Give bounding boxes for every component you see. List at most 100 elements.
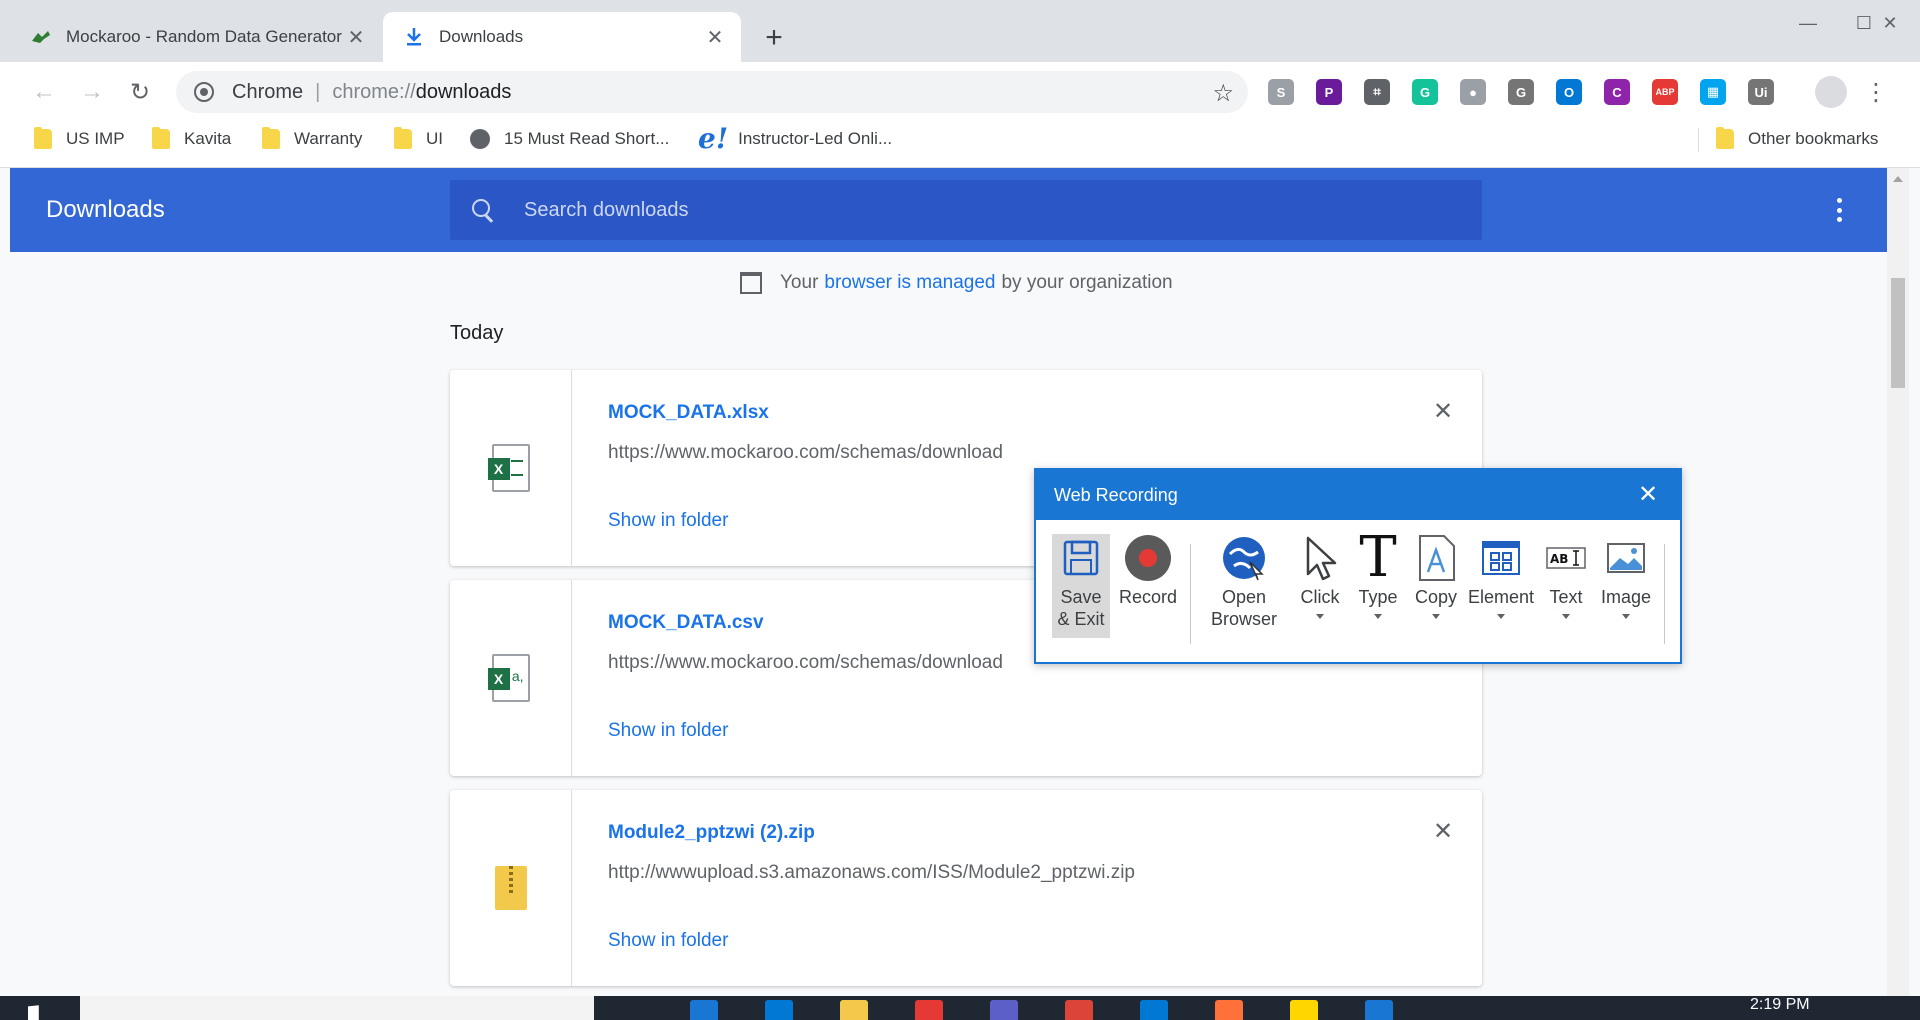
page-scrollbar[interactable]	[1887, 168, 1909, 996]
circle-icon[interactable]: ●	[1460, 79, 1486, 105]
bookmark-other[interactable]: Other bookmarks	[1716, 122, 1878, 156]
tab-close-icon[interactable]: ✕	[344, 25, 368, 49]
taskbar-teams-icon[interactable]	[990, 1000, 1018, 1020]
pro-icon[interactable]: P	[1316, 79, 1342, 105]
pink-icon[interactable]: C	[1604, 79, 1630, 105]
file-source-url[interactable]: https://www.mockaroo.com/schemas/downloa…	[608, 442, 1003, 464]
element-button[interactable]: Element	[1466, 534, 1536, 638]
search-box[interactable]	[450, 180, 1482, 240]
kangaroo-icon	[30, 26, 52, 48]
save-exit-button[interactable]: Save & Exit	[1052, 534, 1110, 638]
tool-label: Type	[1358, 587, 1398, 607]
taskbar-chrome-icon[interactable]	[1065, 1000, 1093, 1020]
file-name-link[interactable]: MOCK_DATA.csv	[608, 612, 764, 634]
taskbar-app-icon[interactable]	[765, 1000, 793, 1020]
url-scheme: chrome://	[332, 80, 416, 103]
download-icon	[403, 26, 425, 48]
uipath-icon[interactable]: Ui	[1748, 79, 1774, 105]
tool-label: Element	[1467, 587, 1535, 607]
bookmark-us-imp[interactable]: US IMP	[34, 122, 125, 156]
bookmark-ui[interactable]: UI	[394, 122, 443, 156]
omnibox-separator: |	[315, 80, 321, 103]
profile-avatar[interactable]	[1815, 76, 1847, 108]
bookmark-label: Instructor-Led Onli...	[738, 129, 893, 148]
tab-mockaroo[interactable]: Mockaroo - Random Data Generator ✕	[10, 12, 382, 62]
type-button[interactable]: T Type	[1352, 530, 1404, 638]
chevron-down-icon[interactable]	[1374, 614, 1382, 619]
building-icon	[740, 272, 762, 294]
taskbar-search-box[interactable]	[80, 996, 594, 1020]
windows-icon[interactable]: ▦	[1700, 79, 1726, 105]
chevron-down-icon[interactable]	[1497, 614, 1505, 619]
grammarly-icon[interactable]: G	[1412, 79, 1438, 105]
file-source-url[interactable]: https://www.mockaroo.com/schemas/downloa…	[608, 652, 1003, 674]
chevron-down-icon[interactable]	[1316, 614, 1324, 619]
remove-item-icon[interactable]: ✕	[1430, 398, 1456, 425]
bookmark-star-icon[interactable]: ☆	[1212, 79, 1234, 108]
tab-close-icon[interactable]: ✕	[703, 25, 727, 49]
minimize-button[interactable]: —	[1780, 8, 1836, 38]
dialog-close-icon[interactable]: ✕	[1636, 481, 1660, 508]
floppy-disk-icon	[1057, 534, 1105, 582]
taskbar-notes-icon[interactable]	[1290, 1000, 1318, 1020]
record-icon	[1124, 534, 1172, 582]
file-name-link[interactable]: Module2_pptzwi (2).zip	[608, 822, 815, 844]
text-button[interactable]: AB Text	[1542, 534, 1590, 638]
copy-button[interactable]: Copy	[1408, 534, 1464, 638]
chevron-down-icon[interactable]	[1562, 614, 1570, 619]
window-close-button[interactable]: ✕	[1862, 8, 1918, 38]
windows-taskbar: 2:19 PM	[0, 996, 1920, 1020]
new-tab-button[interactable]: +	[758, 21, 790, 54]
click-button[interactable]: Click	[1292, 534, 1348, 638]
skype-icon[interactable]: S	[1268, 79, 1294, 105]
remove-item-icon[interactable]: ✕	[1430, 818, 1456, 845]
reload-button[interactable]: ↻	[124, 76, 156, 108]
taskbar-edge-icon[interactable]	[1140, 1000, 1168, 1020]
address-bar[interactable]: Chrome | chrome:// downloads ☆	[176, 71, 1248, 113]
image-button[interactable]: Image	[1596, 534, 1656, 638]
scroll-thumb[interactable]	[1891, 278, 1905, 388]
chevron-down-icon[interactable]	[1622, 614, 1630, 619]
svg-text:AB: AB	[1550, 552, 1568, 566]
recording-toolbar: Save & Exit Record Open Browser Click T	[1052, 530, 1668, 644]
taskbar-folder-icon[interactable]	[840, 1000, 868, 1020]
taskbar-app-icon[interactable]	[915, 1000, 943, 1020]
taskbar-clock: 2:19 PM	[1750, 996, 1810, 1013]
folder-icon	[394, 127, 412, 149]
chrome-menu-icon[interactable]: ⋮	[1860, 76, 1892, 108]
bookmark-kavita[interactable]: Kavita	[152, 122, 231, 156]
open-browser-button[interactable]: Open Browser	[1202, 534, 1286, 638]
tool-label: Image	[1600, 587, 1652, 607]
adblock-icon[interactable]: ABP	[1652, 79, 1678, 105]
tab-downloads[interactable]: Downloads ✕	[383, 12, 741, 62]
windows-start-icon[interactable]	[28, 1005, 39, 1020]
scroll-up-icon[interactable]	[1893, 176, 1903, 182]
back-button[interactable]: ←	[28, 76, 60, 108]
screenshot-icon[interactable]: ⌗	[1364, 79, 1390, 105]
bookmark-15-must-read[interactable]: 15 Must Read Short...	[470, 122, 669, 156]
bookmark-warranty[interactable]: Warranty	[262, 122, 362, 156]
show-in-folder-link[interactable]: Show in folder	[608, 720, 728, 742]
show-in-folder-link[interactable]: Show in folder	[608, 510, 728, 532]
dialog-titlebar: Web Recording ✕	[1036, 470, 1680, 520]
record-button[interactable]: Record	[1118, 534, 1178, 638]
tool-label: Record	[1118, 587, 1178, 607]
folder-icon	[34, 127, 52, 149]
forward-button[interactable]: →	[76, 76, 108, 108]
show-in-folder-link[interactable]: Show in folder	[608, 930, 728, 952]
search-input[interactable]	[524, 198, 1424, 222]
taskbar-firefox-icon[interactable]	[1215, 1000, 1243, 1020]
g-icon[interactable]: G	[1508, 79, 1534, 105]
bookmark-instructor-led[interactable]: e! Instructor-Led Onli...	[698, 122, 892, 156]
chevron-down-icon[interactable]	[1432, 614, 1440, 619]
file-name-link[interactable]: MOCK_DATA.xlsx	[608, 402, 769, 424]
o-icon[interactable]: O	[1556, 79, 1582, 105]
taskbar-app-icon[interactable]	[690, 1000, 718, 1020]
page-title: Downloads	[46, 196, 165, 223]
managed-link[interactable]: browser is managed	[824, 272, 995, 294]
more-options-icon[interactable]	[1827, 198, 1851, 222]
file-icon-column	[450, 790, 572, 986]
taskbar-uipath-icon[interactable]	[1365, 1000, 1393, 1020]
download-item: Module2_pptzwi (2).zip http://wwwupload.…	[450, 790, 1482, 986]
file-source-url[interactable]: http://wwwupload.s3.amazonaws.com/ISS/Mo…	[608, 862, 1135, 884]
